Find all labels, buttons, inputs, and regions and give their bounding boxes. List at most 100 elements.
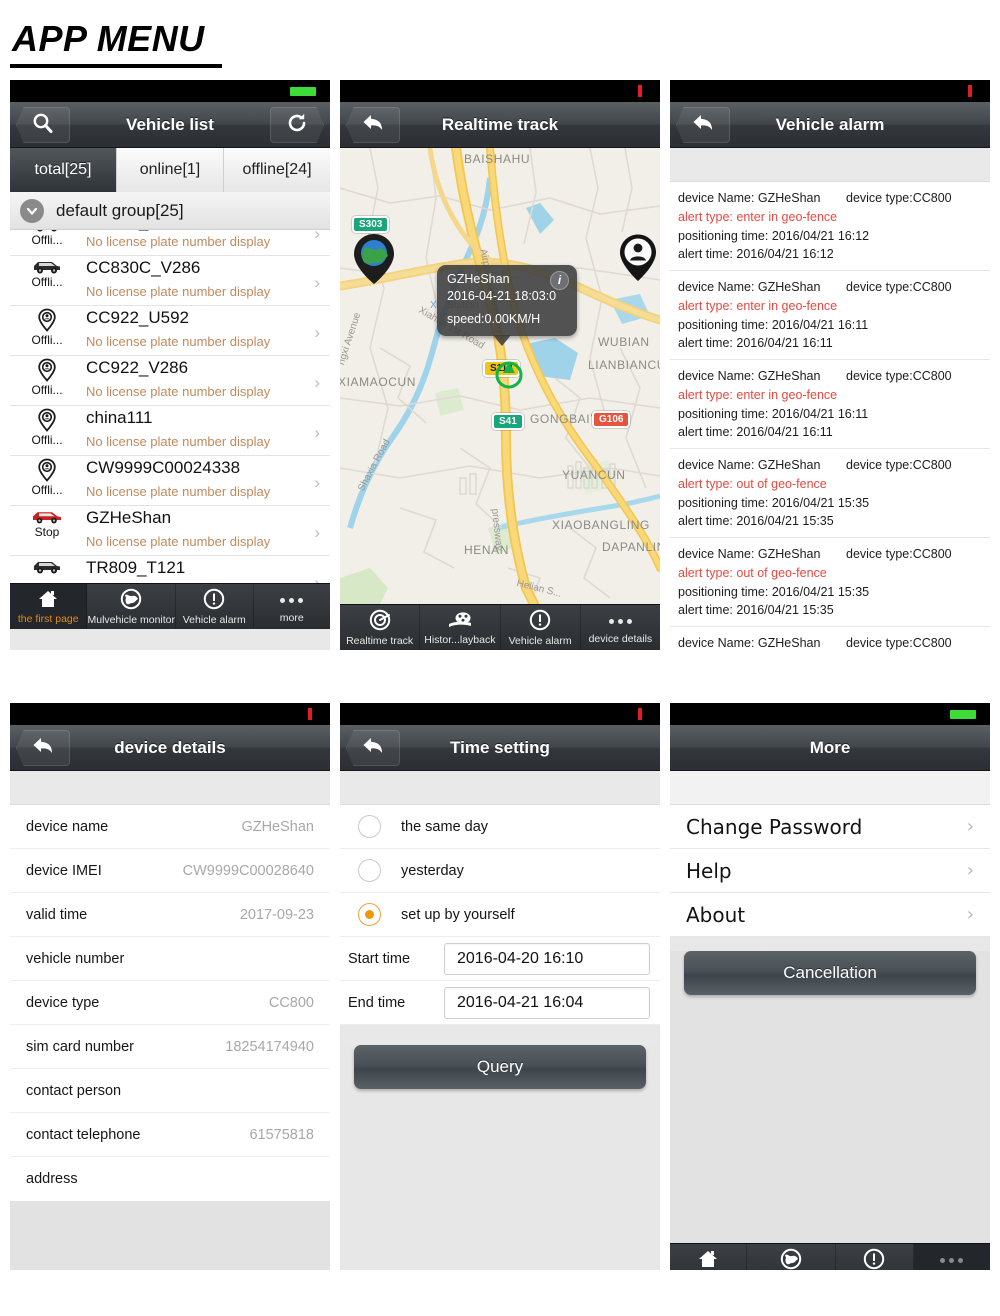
label-device-name: device Name: bbox=[678, 458, 755, 472]
table-row[interactable]: device name GZHeShan bbox=[10, 805, 330, 849]
list-item[interactable]: device Name: GZHeShan device type:CC800 … bbox=[670, 538, 990, 627]
radio-row-set-up-by-yourself[interactable]: set up by yourself bbox=[340, 893, 660, 937]
table-row[interactable]: Stop GZHeShan No license plate number di… bbox=[10, 506, 330, 556]
table-row[interactable]: address bbox=[10, 1157, 330, 1201]
table-row[interactable]: sim card number 18254174940 bbox=[10, 1025, 330, 1069]
row-icon-col: Offli... bbox=[18, 308, 76, 347]
label-positioning-time: positioning time: bbox=[678, 495, 769, 510]
label-device-type: device type: bbox=[846, 280, 913, 294]
tab-total[interactable]: total[25] bbox=[10, 148, 117, 192]
list-item[interactable]: device Name: GZHeShan device type:CC800 … bbox=[670, 271, 990, 360]
chevron-right-icon: › bbox=[966, 860, 974, 881]
alarm-line-device: device Name: GZHeShan device type:CC800 bbox=[678, 634, 982, 650]
tab-online[interactable]: online[1] bbox=[117, 148, 224, 192]
label-alert-time: alert time: bbox=[678, 603, 733, 618]
vehicle-callout[interactable]: i GZHeShan 2016-04-21 18:03:0 speed:0.00… bbox=[437, 265, 577, 346]
refresh-icon bbox=[285, 111, 309, 140]
label-device-name: device Name: bbox=[678, 369, 755, 383]
row-icon-col: Offli... bbox=[18, 358, 76, 397]
table-row[interactable]: Offli... CC922_U592 No license plate num… bbox=[10, 306, 330, 356]
table-row[interactable]: Offli... CW9999C00024338 No license plat… bbox=[10, 456, 330, 506]
query-area: Query bbox=[340, 1045, 660, 1270]
alarm-line-position: positioning time: 2016/04/21 16:12 bbox=[678, 227, 982, 246]
tab-label: Vehicle alarm bbox=[508, 634, 572, 647]
query-button[interactable]: Query bbox=[354, 1045, 646, 1089]
tab-more[interactable]: more bbox=[254, 584, 330, 629]
map-view[interactable]: BAISHAHU WUBIAN LIANBIANCUN XIAMAOCUN GO… bbox=[340, 148, 660, 604]
list-item[interactable]: device Name: GZHeShan device type:CC800 … bbox=[670, 182, 990, 271]
label-alert-time: alert time: bbox=[678, 514, 733, 529]
chevron-down-icon bbox=[20, 198, 44, 223]
radio-row-yesterday[interactable]: yesterday bbox=[340, 849, 660, 893]
list-item[interactable]: device Name: GZHeShan device type:CC800 … bbox=[670, 449, 990, 538]
table-row[interactable]: Offli... CC922_V286 No license plate num… bbox=[10, 356, 330, 406]
table-row[interactable]: device IMEI CW9999C00028640 bbox=[10, 849, 330, 893]
tab-mulvehicle-monitor[interactable]: Mulvehicle monitor bbox=[747, 1244, 837, 1270]
tab-offline[interactable]: offline[24] bbox=[224, 148, 330, 192]
more-spacer bbox=[670, 771, 990, 805]
row-name: CC922_V286 bbox=[86, 358, 189, 377]
table-row[interactable]: TR809_T121 › bbox=[10, 556, 330, 583]
alarm-device-type: CC800 bbox=[912, 369, 952, 383]
navbar-vehicle-alarm: Vehicle alarm bbox=[670, 102, 990, 148]
tab-mulvehicle-monitor[interactable]: Mulvehicle monitor bbox=[87, 584, 177, 629]
tab-device-details[interactable]: device details bbox=[581, 605, 660, 650]
bottom-tabbar: the first page Mulvehicle monitor Vehicl… bbox=[670, 1243, 990, 1270]
table-row[interactable]: Offli... china111 No license plate numbe… bbox=[10, 406, 330, 456]
radio-icon-selected[interactable] bbox=[358, 903, 381, 926]
dots-icon bbox=[940, 1249, 964, 1270]
more-item-help[interactable]: Help › bbox=[670, 849, 990, 893]
table-row[interactable]: Offli... CC830C_V286 No license plate nu… bbox=[10, 256, 330, 306]
group-header[interactable]: default group[25] bbox=[10, 192, 330, 230]
detail-label: contact person bbox=[26, 1082, 122, 1099]
cancellation-button[interactable]: Cancellation bbox=[684, 951, 976, 995]
back-button[interactable] bbox=[676, 107, 730, 143]
label-alert-time: alert time: bbox=[678, 247, 733, 262]
row-status: Offli... bbox=[31, 433, 63, 447]
battery-icon bbox=[308, 708, 312, 720]
detail-label: sim card number bbox=[26, 1038, 134, 1055]
tab-vehicle-alarm[interactable]: Vehicle alarm bbox=[836, 1244, 914, 1270]
start-time-input[interactable]: 2016-04-20 16:10 bbox=[444, 942, 650, 975]
more-item-change-password[interactable]: Change Password › bbox=[670, 805, 990, 849]
page-title: APP MENU bbox=[12, 18, 205, 59]
tab-more[interactable]: more bbox=[913, 1244, 990, 1270]
tab-the-first-page[interactable]: the first page bbox=[670, 1244, 748, 1270]
back-button[interactable] bbox=[16, 730, 70, 766]
table-row[interactable]: device type CC800 bbox=[10, 981, 330, 1025]
table-row[interactable]: vehicle number bbox=[10, 937, 330, 981]
table-row[interactable]: Offli... CC830_U5922 No license plate nu… bbox=[10, 230, 330, 256]
vehicle-list[interactable]: Offli... CC830_U5922 No license plate nu… bbox=[10, 230, 330, 583]
status-bar bbox=[340, 80, 660, 102]
tab-realtime-track[interactable]: Realtime track bbox=[340, 605, 421, 650]
tab-vehicle-alarm[interactable]: Vehicle alarm bbox=[501, 605, 581, 650]
end-time-input[interactable]: 2016-04-21 16:04 bbox=[444, 986, 650, 1019]
table-row[interactable]: valid time 2017-09-23 bbox=[10, 893, 330, 937]
row-subtitle: No license plate number display bbox=[86, 534, 271, 549]
alarm-alert-time: 2016/04/21 16:11 bbox=[736, 425, 833, 440]
radio-icon[interactable] bbox=[358, 815, 381, 838]
table-row[interactable]: contact person bbox=[10, 1069, 330, 1113]
list-item[interactable]: device Name: GZHeShan device type:CC800 … bbox=[670, 627, 990, 650]
info-icon[interactable]: i bbox=[550, 271, 569, 290]
search-button[interactable] bbox=[16, 107, 70, 143]
more-item-about[interactable]: About › bbox=[670, 893, 990, 937]
table-row[interactable]: contact telephone 61575818 bbox=[10, 1113, 330, 1157]
tab-the-first-page[interactable]: the first page bbox=[10, 584, 88, 629]
label-device-name: device Name: bbox=[678, 280, 755, 294]
row-name: CW9999C00024338 bbox=[86, 458, 241, 477]
list-item[interactable]: device Name: GZHeShan device type:CC800 … bbox=[670, 360, 990, 449]
back-button[interactable] bbox=[346, 107, 400, 143]
back-button[interactable] bbox=[346, 730, 400, 766]
tab-history-playback[interactable]: Histor...layback bbox=[420, 605, 501, 650]
alarm-line-device: device Name: GZHeShan device type:CC800 bbox=[678, 278, 982, 297]
alarm-list[interactable]: device Name: GZHeShan device type:CC800 … bbox=[670, 182, 990, 650]
tab-vehicle-alarm[interactable]: Vehicle alarm bbox=[176, 584, 254, 629]
radio-icon[interactable] bbox=[358, 859, 381, 882]
label-positioning-time: positioning time: bbox=[678, 584, 769, 599]
radio-row-same-day[interactable]: the same day bbox=[340, 805, 660, 849]
more-item-label: Change Password bbox=[686, 814, 863, 839]
navbar-vehicle-list: Vehicle list bbox=[10, 102, 330, 148]
refresh-button[interactable] bbox=[270, 107, 324, 143]
row-icon-col bbox=[18, 558, 76, 574]
